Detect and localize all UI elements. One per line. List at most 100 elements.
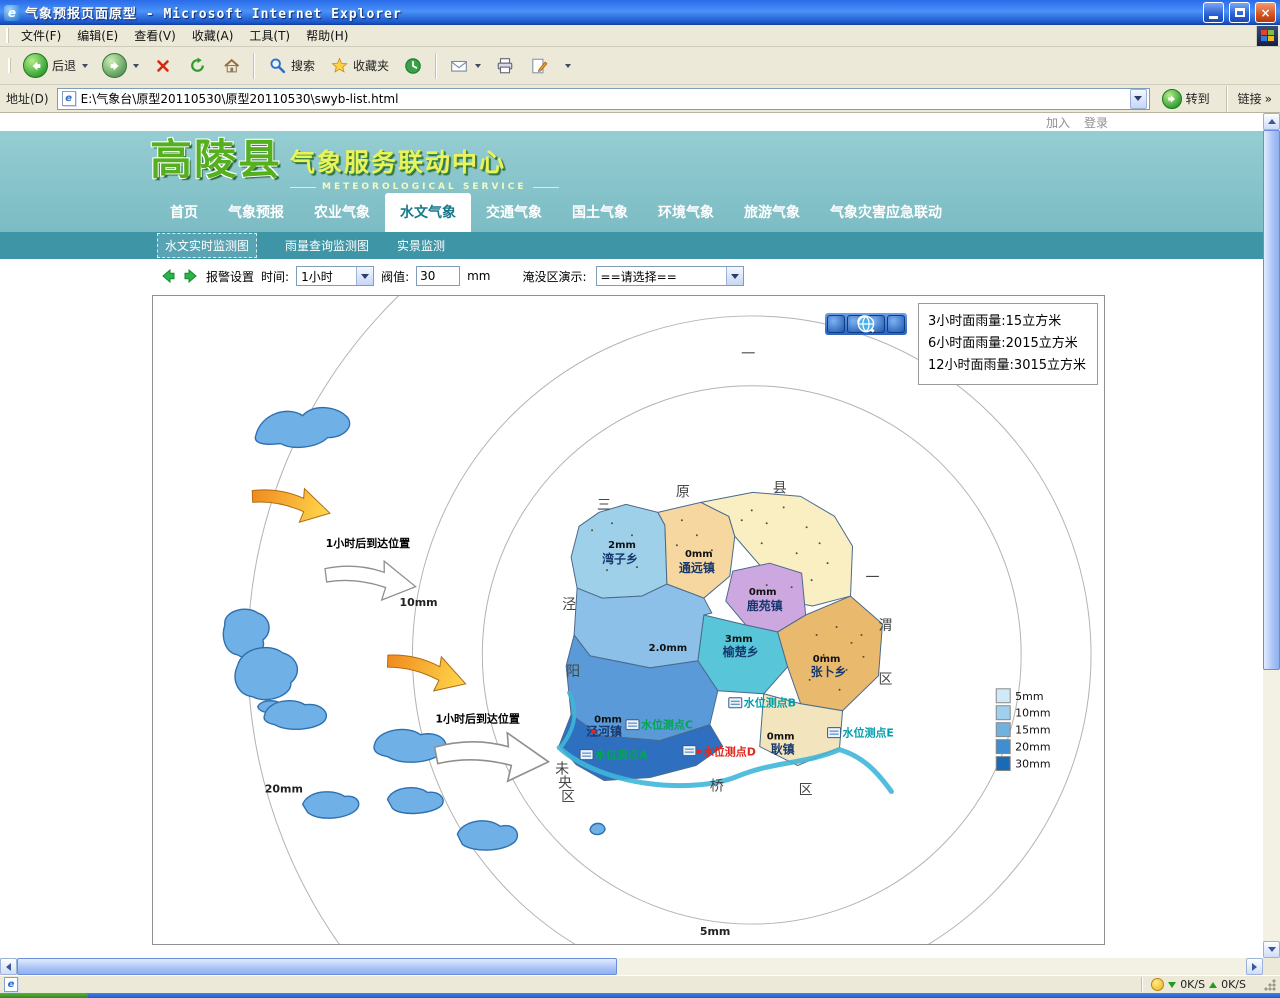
rain-yuchuxiang: 3mm xyxy=(725,634,753,645)
history-button[interactable] xyxy=(397,50,429,82)
toolbar-separator xyxy=(253,53,255,79)
links-button[interactable]: 链接 » xyxy=(1238,90,1276,107)
search-button[interactable]: 搜索 xyxy=(261,50,321,82)
address-dropdown-button[interactable] xyxy=(1130,89,1147,109)
horizontal-scrollbar[interactable] xyxy=(0,958,1263,975)
label-wanzixiang: 湾子乡 xyxy=(602,551,638,566)
station-A-label: 水位测点A xyxy=(595,748,648,762)
menubar-grip[interactable] xyxy=(6,28,9,43)
speed-widget-icon xyxy=(1151,978,1164,991)
storm-motion-arrow xyxy=(248,476,335,528)
tab-land[interactable]: 国土气象 xyxy=(557,193,643,232)
tab-home[interactable]: 首页 xyxy=(155,193,213,232)
label-gengzhen: 耿镇 xyxy=(771,742,795,757)
windows-logo-icon xyxy=(1256,26,1278,46)
forward-button[interactable] xyxy=(96,50,145,82)
edit-button[interactable] xyxy=(523,50,555,82)
map-region-jinghezhen-north[interactable] xyxy=(574,584,712,668)
subnav-realtime-monitor[interactable]: 水文实时监测图 xyxy=(157,233,257,258)
addressbar-separator xyxy=(1226,86,1228,112)
scroll-right-button[interactable] xyxy=(1246,958,1263,975)
station-E[interactable]: 水位测点E xyxy=(828,726,894,740)
menu-view[interactable]: 查看(V) xyxy=(126,24,184,47)
account-bar: 加入 登录 xyxy=(0,113,1263,131)
menu-favorites[interactable]: 收藏(A) xyxy=(184,24,242,47)
stop-button[interactable] xyxy=(147,50,179,82)
start-button-edge[interactable] xyxy=(0,993,88,998)
close-button[interactable]: × xyxy=(1255,2,1276,23)
back-dropdown-icon xyxy=(82,64,88,68)
scroll-left-button[interactable] xyxy=(0,958,17,975)
standard-toolbar: 后退 搜索 xyxy=(0,47,1280,85)
vertical-scrollbar[interactable] xyxy=(1263,113,1280,958)
eta-label-1: 1小时后到达位置 xyxy=(326,536,410,550)
go-button[interactable]: 转到 xyxy=(1156,87,1216,111)
tab-traffic[interactable]: 交通气象 xyxy=(471,193,557,232)
hydrology-map[interactable]: 10mm 20mm 5mm xyxy=(152,295,1105,945)
tab-disaster-emergency[interactable]: 气象灾害应急联动 xyxy=(815,193,957,232)
tab-tourism[interactable]: 旅游气象 xyxy=(729,193,815,232)
rain-zhangbuxiang: 0mm xyxy=(813,654,841,665)
home-icon xyxy=(221,56,241,76)
time-select-arrow-icon[interactable] xyxy=(356,267,373,285)
address-input[interactable]: e E:\气象台\原型20110530\原型20110530\swyb-list… xyxy=(57,88,1150,110)
rain-gengzhen: 0mm xyxy=(767,732,795,743)
vertical-scroll-thumb[interactable] xyxy=(1263,130,1280,670)
speed-widget: 0K/S 0K/S xyxy=(1141,977,1255,992)
station-B[interactable]: 水位测点B xyxy=(729,696,796,710)
minimize-button[interactable] xyxy=(1203,2,1224,23)
threshold-label: 阀值: xyxy=(381,268,409,285)
join-link[interactable]: 加入 xyxy=(1046,114,1070,131)
next-arrow-icon[interactable] xyxy=(183,268,199,284)
menu-file[interactable]: 文件(F) xyxy=(13,24,69,47)
svg-text:30mm: 30mm xyxy=(1015,758,1050,771)
maximize-button[interactable] xyxy=(1229,2,1250,23)
tab-agriculture[interactable]: 农业气象 xyxy=(299,193,385,232)
subnav-rain-query[interactable]: 雨量查询监测图 xyxy=(285,237,369,254)
svg-text:区: 区 xyxy=(878,672,892,688)
refresh-button[interactable] xyxy=(181,50,213,82)
home-button[interactable] xyxy=(215,50,247,82)
time-select[interactable]: 1小时 xyxy=(296,266,374,286)
time-label: 时间: xyxy=(261,268,289,285)
svg-text:区: 区 xyxy=(799,782,813,798)
flood-demo-select[interactable]: ==请选择== xyxy=(596,266,744,286)
prev-arrow-icon[interactable] xyxy=(160,268,176,284)
toolbar-grip[interactable] xyxy=(8,58,11,73)
mail-button[interactable] xyxy=(443,50,487,82)
rain-6h: 6小时面雨量:2015立方米 xyxy=(928,333,1088,355)
page-content: 加入 登录 高陵县 气象服务联动中心 METEOROLOGICAL SERVIC… xyxy=(0,113,1263,958)
browser-window: e 气象预报页面原型 - Microsoft Internet Explorer… xyxy=(0,0,1280,998)
main-nav: 首页 气象预报 农业气象 水文气象 交通气象 国土气象 环境气象 旅游气象 气象… xyxy=(155,193,957,232)
subnav-live-view[interactable]: 实景监测 xyxy=(397,237,445,254)
menu-help[interactable]: 帮助(H) xyxy=(298,24,356,47)
login-link[interactable]: 登录 xyxy=(1084,114,1108,131)
window-title: 气象预报页面原型 - Microsoft Internet Explorer xyxy=(25,3,1198,22)
resize-grip[interactable] xyxy=(1263,978,1276,991)
toolbar-more-button[interactable] xyxy=(557,50,577,82)
favorites-button[interactable]: 收藏夹 xyxy=(323,50,395,82)
station-C[interactable]: 水位测点C xyxy=(626,718,693,732)
full-extent-globe-button[interactable] xyxy=(887,315,905,333)
print-button[interactable] xyxy=(489,50,521,82)
svg-text:10mm: 10mm xyxy=(1015,707,1050,720)
ring-label-10mm: 10mm xyxy=(399,596,437,609)
horizontal-scroll-thumb[interactable] xyxy=(17,958,617,975)
flood-select-arrow-icon[interactable] xyxy=(726,267,743,285)
back-button[interactable]: 后退 xyxy=(17,50,94,82)
scroll-down-button[interactable] xyxy=(1263,941,1280,958)
threshold-input[interactable] xyxy=(416,266,460,286)
tab-weather-forecast[interactable]: 气象预报 xyxy=(213,193,299,232)
scroll-up-button[interactable] xyxy=(1263,113,1280,130)
station-A[interactable]: 水位测点A xyxy=(580,748,648,762)
menu-tools[interactable]: 工具(T) xyxy=(241,24,298,47)
eta-label-2: 1小时后到达位置 xyxy=(435,712,519,726)
tab-environment[interactable]: 环境气象 xyxy=(643,193,729,232)
tab-hydrology[interactable]: 水文气象 xyxy=(385,193,471,232)
storm-motion-arrow xyxy=(382,641,472,700)
title-bar: e 气象预报页面原型 - Microsoft Internet Explorer… xyxy=(0,0,1280,25)
scrollbar-corner xyxy=(1263,958,1280,975)
maximize-icon xyxy=(1235,8,1245,17)
print-icon xyxy=(495,56,515,76)
menu-edit[interactable]: 编辑(E) xyxy=(69,24,126,47)
